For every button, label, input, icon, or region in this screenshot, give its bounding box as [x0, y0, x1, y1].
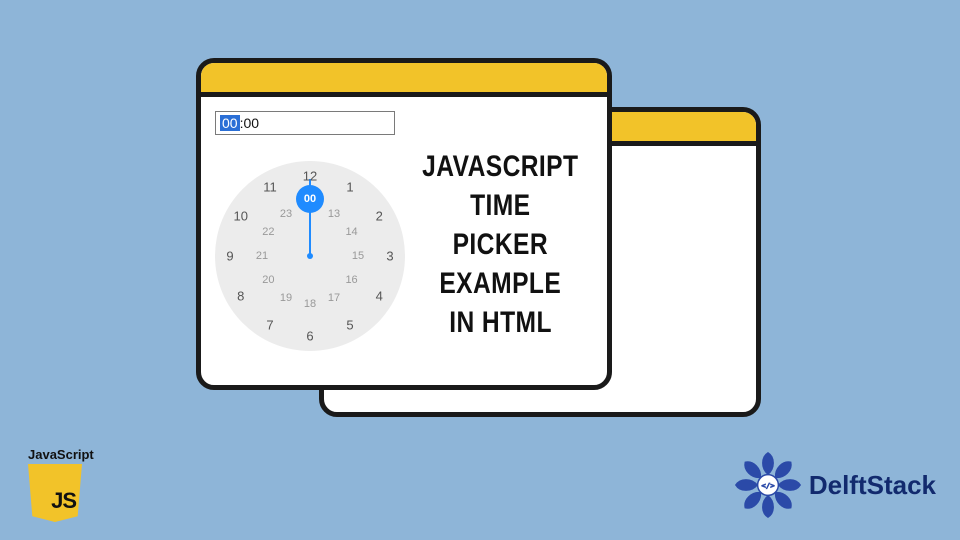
time-input-minutes[interactable]: :00 — [240, 115, 259, 131]
clock-outer-hour[interactable]: 8 — [231, 289, 251, 304]
window-front: 00 :00 00 121234567891011131415161718192… — [196, 58, 612, 390]
clock-inner-hour[interactable]: 16 — [342, 274, 362, 286]
javascript-shield-icon: JS — [28, 464, 82, 522]
clock-knob[interactable]: 00 — [296, 185, 324, 213]
clock-inner-hour[interactable]: 22 — [258, 226, 278, 238]
clock-inner-hour[interactable]: 15 — [348, 250, 368, 262]
clock-outer-hour[interactable]: 10 — [231, 209, 251, 224]
window-front-titlebar — [201, 63, 607, 97]
clock-inner-hour[interactable]: 13 — [324, 208, 344, 220]
clock-outer-hour[interactable]: 6 — [300, 329, 320, 344]
clock-outer-hour[interactable]: 3 — [380, 249, 400, 264]
clock-outer-hour[interactable]: 4 — [369, 289, 389, 304]
svg-text:</>: </> — [761, 481, 775, 490]
clock-outer-hour[interactable]: 9 — [220, 249, 240, 264]
javascript-badge: JavaScript JS — [28, 447, 94, 522]
clock-inner-hour[interactable]: 23 — [276, 208, 296, 220]
clock-outer-hour[interactable]: 7 — [260, 318, 280, 333]
clock-outer-hour[interactable]: 1 — [340, 179, 360, 194]
clock-inner-hour[interactable]: 14 — [342, 226, 362, 238]
headline-line-1: JAVASCRIPT — [422, 147, 578, 186]
headline: JAVASCRIPT TIME PICKER EXAMPLE IN HTML — [405, 111, 600, 377]
time-input[interactable]: 00 :00 — [215, 111, 395, 135]
clock-face[interactable]: 00 1212345678910111314151617181920212223 — [215, 161, 405, 351]
time-input-hours[interactable]: 00 — [220, 115, 240, 131]
headline-line-2: TIME PICKER — [422, 186, 578, 264]
clock-outer-hour[interactable]: 2 — [369, 209, 389, 224]
clock-inner-hour[interactable]: 21 — [252, 250, 272, 262]
clock-inner-hour[interactable]: 19 — [276, 292, 296, 304]
clock-wrap: 00 1212345678910111314151617181920212223 — [215, 135, 405, 377]
delftstack-brand-text: DelftStack — [809, 470, 936, 501]
clock-outer-hour[interactable]: 12 — [300, 169, 320, 184]
clock-outer-hour[interactable]: 5 — [340, 318, 360, 333]
javascript-shield-text: JS — [51, 488, 76, 514]
clock-inner-hour[interactable]: 18 — [300, 298, 320, 310]
timepicker-panel: 00 :00 00 121234567891011131415161718192… — [215, 111, 405, 377]
javascript-badge-label: JavaScript — [28, 447, 94, 462]
headline-line-4: IN HTML — [449, 303, 552, 342]
window-front-content: 00 :00 00 121234567891011131415161718192… — [201, 97, 607, 385]
clock-center-dot — [307, 253, 313, 259]
headline-line-3: EXAMPLE — [439, 264, 561, 303]
clock-inner-hour[interactable]: 17 — [324, 292, 344, 304]
delftstack-brand: </> DelftStack — [731, 448, 936, 522]
clock-inner-hour[interactable]: 20 — [258, 274, 278, 286]
clock-outer-hour[interactable]: 11 — [260, 179, 280, 194]
delftstack-logo-icon: </> — [731, 448, 805, 522]
